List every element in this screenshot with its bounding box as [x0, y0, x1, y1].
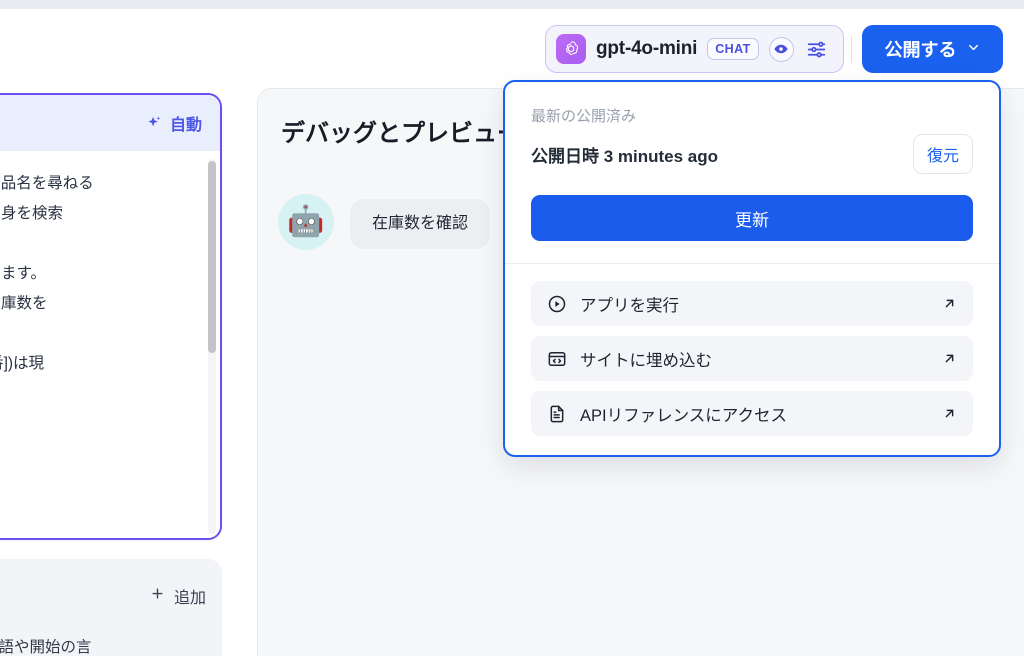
eye-icon[interactable]	[768, 36, 794, 62]
document-icon	[547, 404, 567, 424]
left-sidebar: 自動 ユーザーが商品名を尋ねる ファイルの中身を検索 在庫数を返します。 する品…	[0, 9, 225, 656]
arrow-up-right-icon	[942, 406, 957, 421]
instruction-card: 自動 ユーザーが商品名を尋ねる ファイルの中身を検索 在庫数を返します。 する品…	[0, 93, 222, 540]
auto-generate-label: 自動	[169, 117, 202, 134]
add-button[interactable]: 追加	[150, 584, 206, 608]
embed-site-label: サイトに埋め込む	[580, 351, 712, 370]
run-app-label: アプリを実行	[580, 296, 679, 315]
code-embed-icon	[547, 349, 567, 369]
publish-action-list: アプリを実行 サイトに埋め込む APIリファレンスにアクセス	[531, 281, 973, 436]
published-time-row: 公開日時 3 minutes ago 復元	[531, 134, 973, 174]
published-timestamp: 公開日時 3 minutes ago	[531, 146, 719, 166]
model-selector[interactable]: gpt-4o-mini CHAT	[545, 25, 844, 73]
instruction-scrollbar-thumb[interactable]	[208, 161, 216, 353]
chat-message-row: 🤖 在庫数を確認	[278, 194, 491, 250]
instruction-paragraph: ユーザーが商品名を尋ねる ファイルの中身を検索	[0, 175, 94, 222]
chat-bubble: 在庫数を確認	[350, 199, 491, 249]
sliders-icon[interactable]	[806, 39, 827, 60]
instruction-paragraph: 在庫数を返します。 する品番と在庫数を	[0, 265, 48, 312]
instruction-card-header: 自動	[0, 95, 220, 151]
add-card: 追加 ロンプトの単語や開始の言	[0, 559, 222, 656]
latest-published-label: 最新の公開済み	[531, 108, 637, 125]
browser-chrome-strip	[0, 0, 1024, 9]
embed-site-action[interactable]: サイトに埋め込む	[531, 336, 973, 381]
api-reference-label: APIリファレンスにアクセス	[580, 406, 787, 425]
add-card-header: 追加	[0, 559, 222, 633]
openai-logo-icon	[556, 34, 586, 64]
update-button[interactable]: 更新	[531, 195, 973, 241]
run-app-action[interactable]: アプリを実行	[531, 281, 973, 326]
chevron-down-icon	[966, 39, 981, 60]
add-label: 追加	[173, 590, 206, 607]
model-name-label: gpt-4o-mini	[596, 38, 698, 59]
app-root: 自動 ユーザーが商品名を尋ねる ファイルの中身を検索 在庫数を返します。 する品…	[0, 0, 1024, 656]
api-reference-action[interactable]: APIリファレンスにアクセス	[531, 391, 973, 436]
publish-button[interactable]: 公開する	[862, 25, 1003, 73]
add-card-body: ロンプトの単語や開始の言	[0, 633, 222, 656]
arrow-up-right-icon	[942, 351, 957, 366]
publish-dropdown-panel: 最新の公開済み 公開日時 3 minutes ago 復元 更新 アプリを実行	[503, 80, 1001, 457]
toolbar-divider	[851, 36, 852, 63]
instruction-card-body: ユーザーが商品名を尋ねる ファイルの中身を検索 在庫数を返します。 する品番と在…	[0, 151, 220, 538]
panel-divider	[505, 263, 999, 264]
page-title: デバッグとプレビュー	[281, 120, 521, 147]
robot-emoji-avatar: 🤖	[278, 194, 334, 250]
chat-mode-badge[interactable]: CHAT	[707, 38, 759, 60]
auto-generate-button[interactable]: 自動	[144, 109, 204, 137]
plus-icon	[150, 586, 165, 606]
play-circle-icon	[547, 294, 567, 314]
publish-button-label: 公開する	[884, 40, 957, 60]
instruction-paragraph: 名](品番:[品番])は現	[0, 355, 45, 372]
add-card-text: ロンプトの単語や開始の言	[0, 639, 92, 656]
restore-button[interactable]: 復元	[912, 134, 973, 174]
arrow-up-right-icon	[942, 296, 957, 311]
sparkle-icon	[146, 115, 163, 132]
